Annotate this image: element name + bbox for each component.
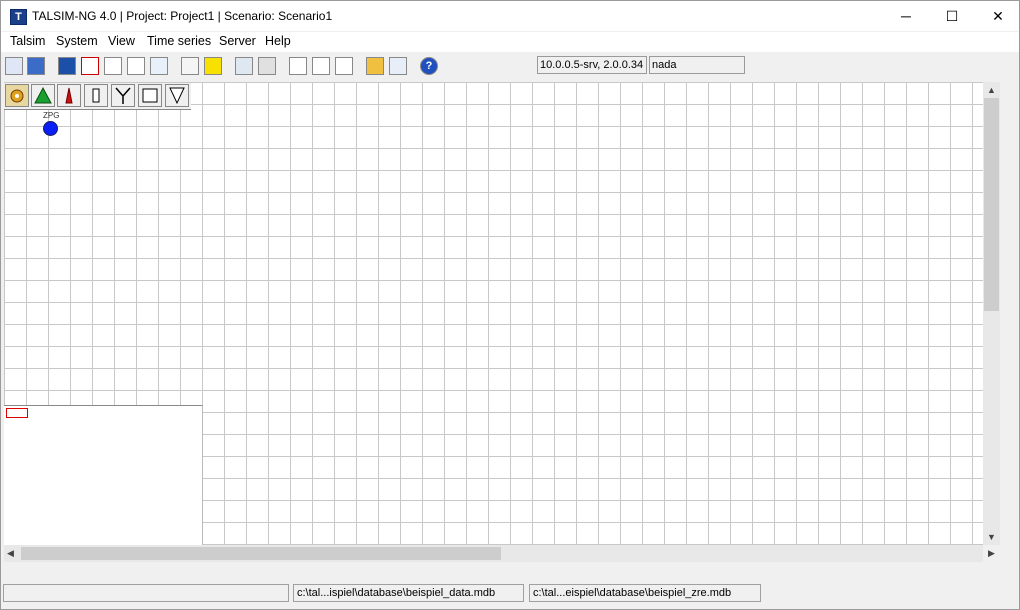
bar-chart-icon[interactable] — [335, 57, 353, 75]
menu-system[interactable]: System — [56, 34, 98, 48]
warning-icon[interactable] — [204, 57, 222, 75]
app-icon: T — [10, 9, 27, 25]
triangle-green-icon[interactable] — [31, 84, 55, 107]
line-chart-icon[interactable] — [289, 57, 307, 75]
scroll-up-icon[interactable]: ▲ — [987, 85, 996, 95]
user-field: nada — [649, 56, 745, 74]
menu-talsim[interactable]: Talsim — [10, 34, 45, 48]
overview-panel[interactable] — [4, 405, 203, 545]
status-message-field — [3, 584, 289, 602]
zoom-window-icon[interactable] — [235, 57, 253, 75]
horizontal-scroll-thumb[interactable] — [21, 547, 501, 560]
status-bar: c:\tal...ispiel\database\beispiel_data.m… — [1, 581, 1019, 603]
scroll-down-icon[interactable]: ▼ — [987, 532, 996, 542]
maximize-button[interactable]: ☐ — [929, 1, 975, 31]
close-button[interactable]: ✕ — [975, 1, 1019, 31]
area-chart-icon[interactable] — [312, 57, 330, 75]
toolbar: ? 10.0.0.5-srv, 2.0.0.34 nada — [1, 54, 1019, 80]
main-window: T TALSIM-NG 4.0 | Project: Project1 | Sc… — [0, 0, 1020, 610]
gear-icon[interactable] — [5, 84, 29, 107]
settings-icon[interactable] — [258, 57, 276, 75]
save-icon[interactable] — [58, 57, 76, 75]
vertical-scroll-thumb[interactable] — [984, 98, 999, 311]
help-icon[interactable]: ? — [420, 57, 438, 75]
square-icon[interactable] — [138, 84, 162, 107]
list-document-icon[interactable] — [127, 57, 145, 75]
search-icon[interactable] — [150, 57, 168, 75]
menu-view[interactable]: View — [108, 34, 135, 48]
run-simulation-icon[interactable] — [366, 57, 384, 75]
y-junction-icon[interactable] — [111, 84, 135, 107]
server-version-field: 10.0.0.5-srv, 2.0.0.34 — [537, 56, 647, 74]
network-node[interactable] — [43, 121, 58, 136]
document-icon[interactable] — [104, 57, 122, 75]
menu-time-series[interactable]: Time series — [147, 34, 211, 48]
menu-bar: Talsim System View Time series Server He… — [1, 32, 1019, 52]
check-icon[interactable] — [81, 57, 99, 75]
scroll-left-icon[interactable]: ◀ — [7, 548, 14, 559]
open-project-icon[interactable] — [5, 57, 23, 75]
window-title: TALSIM-NG 4.0 | Project: Project1 | Scen… — [32, 9, 333, 23]
node-label: ZPG — [43, 111, 60, 120]
database-icon[interactable] — [27, 57, 45, 75]
minimize-button[interactable]: ─ — [883, 1, 929, 31]
rectangle-icon[interactable] — [84, 84, 108, 107]
scroll-right-icon[interactable]: ▶ — [988, 548, 995, 559]
export-icon[interactable] — [389, 57, 407, 75]
element-palette — [4, 83, 191, 110]
data-database-path: c:\tal...ispiel\database\beispiel_data.m… — [293, 584, 524, 602]
zre-database-path: c:\tal...eispiel\database\beispiel_zre.m… — [529, 584, 761, 602]
network-tree-icon[interactable] — [181, 57, 199, 75]
menu-server[interactable]: Server — [219, 34, 256, 48]
title-bar: T TALSIM-NG 4.0 | Project: Project1 | Sc… — [1, 1, 1019, 31]
viewport-indicator[interactable] — [6, 408, 28, 418]
inverted-triangle-icon[interactable] — [165, 84, 189, 107]
triangle-red-icon[interactable] — [57, 84, 81, 107]
menu-help[interactable]: Help — [265, 34, 291, 48]
